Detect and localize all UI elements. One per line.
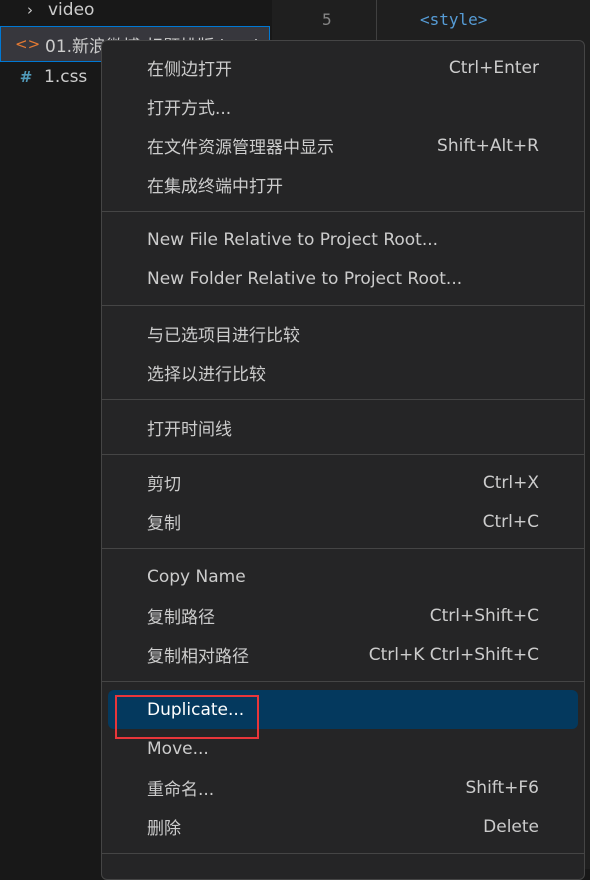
menu-separator: [102, 674, 584, 690]
menu-item[interactable]: Move...: [108, 729, 578, 768]
menu-item-label: 打开方式...: [147, 99, 232, 119]
chevron-right-icon: ›: [27, 1, 33, 19]
menu-separator: [102, 447, 584, 463]
line-number: 5: [322, 10, 332, 29]
menu-item[interactable]: 重命名... Shift+F6: [108, 768, 578, 807]
menu-item[interactable]: 复制 Ctrl+C: [108, 502, 578, 541]
tree-item-video-folder[interactable]: › video: [0, 0, 270, 28]
menu-item-label: 选择以进行比较: [147, 365, 266, 385]
menu-separator: [102, 298, 584, 314]
menu-separator: [102, 392, 584, 408]
menu-item-label: 与已选项目进行比较: [147, 326, 300, 346]
menu-item[interactable]: 在集成终端中打开: [108, 165, 578, 204]
menu-item-label: 复制相对路径: [147, 647, 249, 667]
menu-item-shortcut: Ctrl+K Ctrl+Shift+C: [368, 644, 539, 665]
menu-item-shortcut: Ctrl+Enter: [448, 57, 539, 78]
html-file-icon: <>: [15, 35, 41, 53]
menu-item-shortcut: Shift+Alt+R: [437, 135, 539, 156]
menu-item[interactable]: Copy Name: [108, 557, 578, 596]
menu-item-label: 在侧边打开: [147, 60, 232, 80]
menu-item-label: New Folder Relative to Project Root...: [147, 268, 463, 289]
context-menu: 在侧边打开 Ctrl+Enter 打开方式... 在文件资源管理器中显示 Shift+A…: [101, 40, 585, 880]
menu-separator: [102, 846, 584, 862]
code-line: <style>: [420, 10, 487, 29]
menu-item[interactable]: 复制路径 Ctrl+Shift+C: [108, 596, 578, 635]
menu-item[interactable]: 在侧边打开 Ctrl+Enter: [108, 48, 578, 87]
menu-item[interactable]: New File Relative to Project Root...: [108, 220, 578, 259]
menu-item[interactable]: 选择以进行比较: [108, 353, 578, 392]
menu-item-label: 重命名...: [147, 780, 215, 800]
menu-item-label: 复制: [147, 514, 181, 534]
menu-separator: [102, 204, 584, 220]
menu-item[interactable]: 删除 Delete: [108, 807, 578, 846]
menu-item-label: 在集成终端中打开: [147, 177, 283, 197]
menu-item-label: 剪切: [147, 475, 181, 495]
menu-item-shortcut: Shift+F6: [465, 777, 539, 798]
menu-item-label: Move...: [147, 738, 209, 759]
style-tag: <style>: [420, 10, 488, 29]
menu-item[interactable]: 与已选项目进行比较: [108, 314, 578, 353]
menu-item[interactable]: 在文件资源管理器中显示 Shift+Alt+R: [108, 126, 578, 165]
menu-item-label: Copy Name: [147, 566, 246, 587]
menu-item[interactable]: Duplicate...: [108, 690, 578, 739]
menu-item-label: 打开时间线: [147, 420, 232, 440]
menu-item-label: 删除: [147, 819, 181, 839]
tree-item-label: video: [48, 0, 95, 20]
menu-item-shortcut: Ctrl+X: [482, 472, 539, 493]
menu-item[interactable]: 剪切 Ctrl+X: [108, 463, 578, 502]
menu-item-label: Duplicate...: [115, 694, 259, 739]
menu-item-label: 在文件资源管理器中显示: [147, 138, 334, 158]
menu-item[interactable]: 打开时间线: [108, 408, 578, 447]
tree-item-label: 1.css: [44, 67, 88, 87]
menu-item[interactable]: 打开方式...: [108, 87, 578, 126]
menu-item-shortcut: Ctrl+Shift+C: [429, 605, 539, 626]
css-file-icon: #: [19, 68, 33, 86]
menu-item-shortcut: Delete: [483, 816, 539, 837]
menu-item-label: 复制路径: [147, 608, 215, 628]
menu-item[interactable]: 复制相对路径 Ctrl+K Ctrl+Shift+C: [108, 635, 578, 674]
menu-separator: [102, 541, 584, 557]
menu-item-shortcut: Ctrl+C: [482, 511, 539, 532]
menu-item[interactable]: New Folder Relative to Project Root...: [108, 259, 578, 298]
menu-item-label: New File Relative to Project Root...: [147, 229, 439, 250]
